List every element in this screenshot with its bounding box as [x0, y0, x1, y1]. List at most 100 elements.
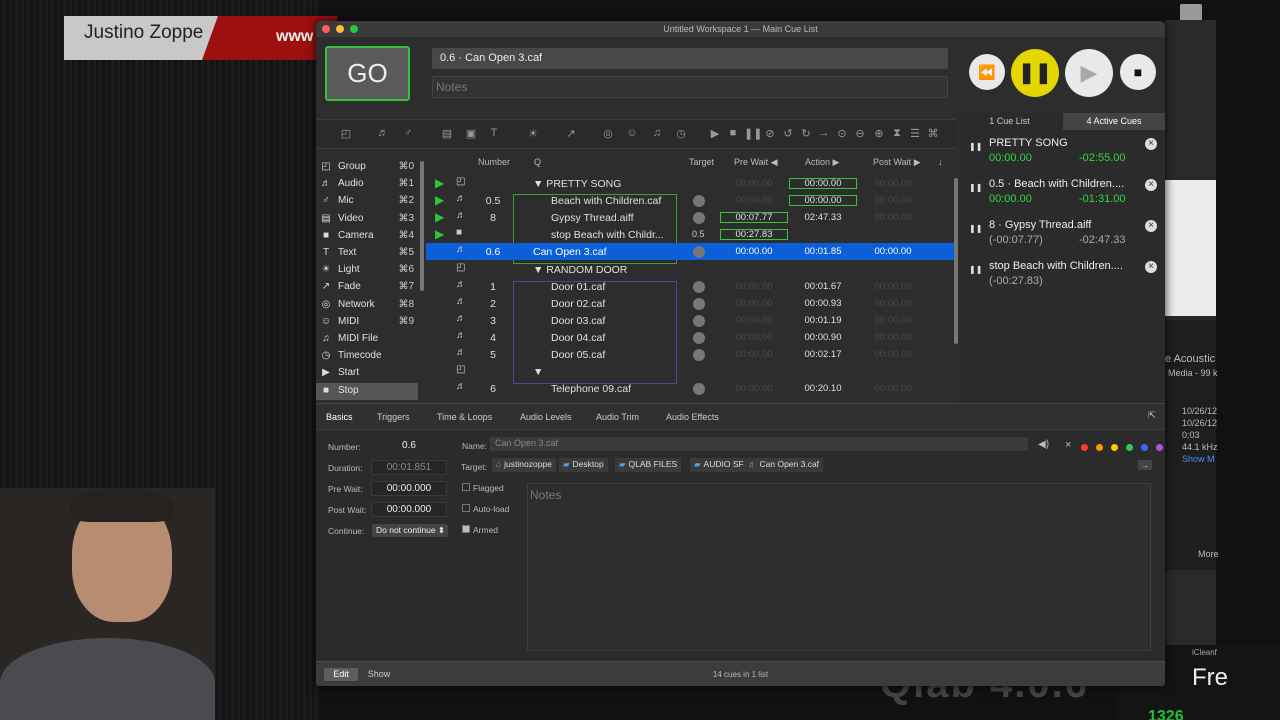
text-icon[interactable]: T: [486, 127, 502, 139]
tab-audio-levels[interactable]: Audio Levels: [520, 412, 572, 422]
cue-row[interactable]: ♬ 6 Telephone 09.caf 00:00.00 00:20.10 00:00.…: [426, 380, 956, 397]
target-path-segment[interactable]: ♬ Can Open 3.caf: [744, 458, 824, 472]
fade-icon[interactable]: ↗: [563, 127, 579, 140]
disarm-icon[interactable]: ⊕: [871, 127, 887, 140]
wait-icon[interactable]: ⧗: [889, 127, 905, 140]
cue-color-swatch[interactable]: [1126, 444, 1133, 451]
col-post-wait[interactable]: Post Wait ▶: [873, 157, 921, 173]
cue-color-swatch[interactable]: [1111, 444, 1118, 451]
start-icon[interactable]: ▶: [707, 127, 723, 140]
cue-row[interactable]: ♬ 5 Door 05.caf 00:00.00 00:02.17 00:00.00: [426, 346, 956, 363]
active-cue-item[interactable]: ❚❚ 0.5 · Beach with Children.... 00:00.00 -…: [959, 176, 1165, 216]
col-action[interactable]: Action ▶: [805, 157, 839, 173]
col-pre-wait[interactable]: Pre Wait ◀: [734, 157, 778, 173]
active-cue-item[interactable]: ❚❚ PRETTY SONG 00:00.00 -02:55.00 ×: [959, 135, 1165, 175]
tab-basics[interactable]: Basics: [326, 412, 353, 422]
target-arrow-button[interactable]: →: [1138, 460, 1152, 470]
sidebar-item-light[interactable]: ☀ Light ⌘6: [316, 262, 418, 279]
autoload-checkbox[interactable]: [462, 504, 470, 512]
cue-list-scrollbar[interactable]: [954, 178, 958, 344]
cue-row[interactable]: ▶ ♬ 8 Gypsy Thread.aiff 00:07.77 02:47.33 00:0…: [426, 209, 956, 226]
close-icon[interactable]: ×: [1145, 179, 1157, 191]
midi-file-icon[interactable]: ♫: [649, 127, 665, 139]
target-path-segment[interactable]: ▰ Desktop: [559, 458, 608, 472]
continue-select[interactable]: Do not continue ⬍: [372, 524, 448, 537]
rewind-button[interactable]: ⏪: [969, 54, 1005, 90]
cue-row[interactable]: ◰ ▼ RANDOM DOOR: [426, 261, 956, 278]
pause-icon[interactable]: ❚❚: [969, 183, 982, 192]
sidebar-item-audio[interactable]: ♬ Audio ⌘1: [316, 176, 418, 193]
col-q[interactable]: Q: [534, 157, 541, 173]
sidebar-scrollbar[interactable]: [420, 161, 424, 291]
tab-triggers[interactable]: Triggers: [377, 412, 410, 422]
close-icon[interactable]: ×: [1145, 220, 1157, 232]
memo-icon[interactable]: ☰: [907, 127, 923, 140]
go-button[interactable]: GO: [325, 46, 410, 101]
sidebar-item-midi-file[interactable]: ♫ MIDI File: [316, 331, 418, 348]
sidebar-item-midi[interactable]: ☺ MIDI ⌘9: [316, 314, 418, 331]
script-icon[interactable]: ⌘: [925, 127, 941, 140]
cue-row[interactable]: ▶ ◰ ▼ PRETTY SONG 00:00.00 00:00.00 00:00.00: [426, 175, 956, 192]
cue-color-swatch[interactable]: [1081, 444, 1088, 451]
sidebar-item-fade[interactable]: ↗ Fade ⌘7: [316, 279, 418, 296]
sidebar-item-camera[interactable]: ■ Camera ⌘4: [316, 228, 418, 245]
tab-active-cues[interactable]: 4 Active Cues: [1063, 113, 1165, 130]
postwait-field[interactable]: 00:00.000: [371, 502, 447, 517]
cue-row[interactable]: ♬ 4 Door 04.caf 00:00.00 00:00.90 00:00.00: [426, 329, 956, 346]
resume-all-button[interactable]: ▶: [1065, 49, 1113, 97]
target-path-segment[interactable]: ⌂ justinozoppe: [492, 458, 556, 472]
standby-cue-field[interactable]: 0.6 · Can Open 3.caf: [432, 48, 948, 69]
cue-color-swatch[interactable]: [1156, 444, 1163, 451]
light-icon[interactable]: ☀: [525, 127, 541, 140]
target-icon[interactable]: ⊙: [834, 127, 850, 140]
reset-icon[interactable]: ↺: [780, 127, 796, 140]
network-icon[interactable]: ◎: [600, 127, 616, 140]
midi-icon[interactable]: ☺: [624, 127, 640, 139]
pop-out-icon[interactable]: ⇱: [1148, 410, 1156, 421]
clear-color-icon[interactable]: ×: [1065, 439, 1071, 451]
close-icon[interactable]: ×: [1145, 261, 1157, 273]
stop-icon[interactable]: ■: [725, 127, 741, 139]
duration-field[interactable]: 00:01.851: [371, 460, 447, 475]
stop-all-button[interactable]: ■: [1120, 54, 1156, 90]
col-number[interactable]: Number: [478, 157, 510, 173]
timecode-icon[interactable]: ◷: [673, 127, 689, 140]
sidebar-item-network[interactable]: ◎ Network ⌘8: [316, 297, 418, 314]
audio-preview-icon[interactable]: ◀): [1038, 439, 1049, 450]
mic-icon[interactable]: ♂: [400, 127, 416, 139]
sidebar-item-group[interactable]: ◰ Group ⌘0: [316, 159, 418, 176]
tab-time-loops[interactable]: Time & Loops: [437, 412, 492, 422]
prewait-field[interactable]: 00:00.000: [371, 481, 447, 496]
notes-field[interactable]: Notes: [432, 76, 948, 98]
number-field[interactable]: 0.6: [371, 439, 447, 454]
pause-icon[interactable]: ❚❚: [744, 127, 762, 140]
camera-icon[interactable]: ▣: [463, 127, 479, 140]
sidebar-item-text[interactable]: T Text ⌘5: [316, 245, 418, 262]
sidebar-item-mic[interactable]: ♂ Mic ⌘2: [316, 193, 418, 210]
cue-row[interactable]: ♬ 2 Door 02.caf 00:00.00 00:00.93 00:00.00: [426, 295, 956, 312]
cue-color-swatch[interactable]: [1141, 444, 1148, 451]
arm-icon[interactable]: ⊖: [852, 127, 868, 140]
active-cue-item[interactable]: ❚❚ 8 · Gypsy Thread.aiff (-00:07.77) -02:47…: [959, 217, 1165, 257]
audio-icon[interactable]: ♬: [375, 127, 391, 139]
cue-color-swatch[interactable]: [1096, 444, 1103, 451]
sidebar-item-stop[interactable]: ■ Stop: [316, 382, 418, 400]
pause-icon[interactable]: ❚❚: [969, 265, 982, 274]
tab-audio-effects[interactable]: Audio Effects: [666, 412, 719, 422]
pause-all-button[interactable]: ❚❚: [1011, 49, 1059, 97]
cue-row[interactable]: ▶ ♬ 0.5 Beach with Children.caf 00:00.00 00:0…: [426, 192, 956, 209]
group-icon[interactable]: ◰: [338, 127, 354, 140]
sidebar-item-timecode[interactable]: ◷ Timecode: [316, 348, 418, 365]
flagged-checkbox[interactable]: [462, 483, 470, 491]
video-icon[interactable]: ▤: [439, 127, 455, 140]
sidebar-item-video[interactable]: ▤ Video ⌘3: [316, 211, 418, 228]
tab-audio-trim[interactable]: Audio Trim: [596, 412, 639, 422]
cue-row[interactable]: ♬ 3 Door 03.caf 00:00.00 00:01.19 00:00.00: [426, 312, 956, 329]
active-cue-item[interactable]: ❚❚ stop Beach with Children.... (-00:27.83…: [959, 258, 1165, 298]
cue-row[interactable]: ♬ 0.6 Can Open 3.caf 00:00.00 00:01.85 00:00.…: [426, 243, 956, 261]
name-field[interactable]: Can Open 3.caf: [490, 437, 1028, 451]
cue-row[interactable]: ▶ ■ stop Beach with Childr... 0.5 00:27.83: [426, 226, 956, 243]
inspector-notes[interactable]: Notes: [527, 483, 1151, 651]
goto-icon[interactable]: →: [816, 127, 832, 139]
devamp-icon[interactable]: ↻: [798, 127, 814, 140]
